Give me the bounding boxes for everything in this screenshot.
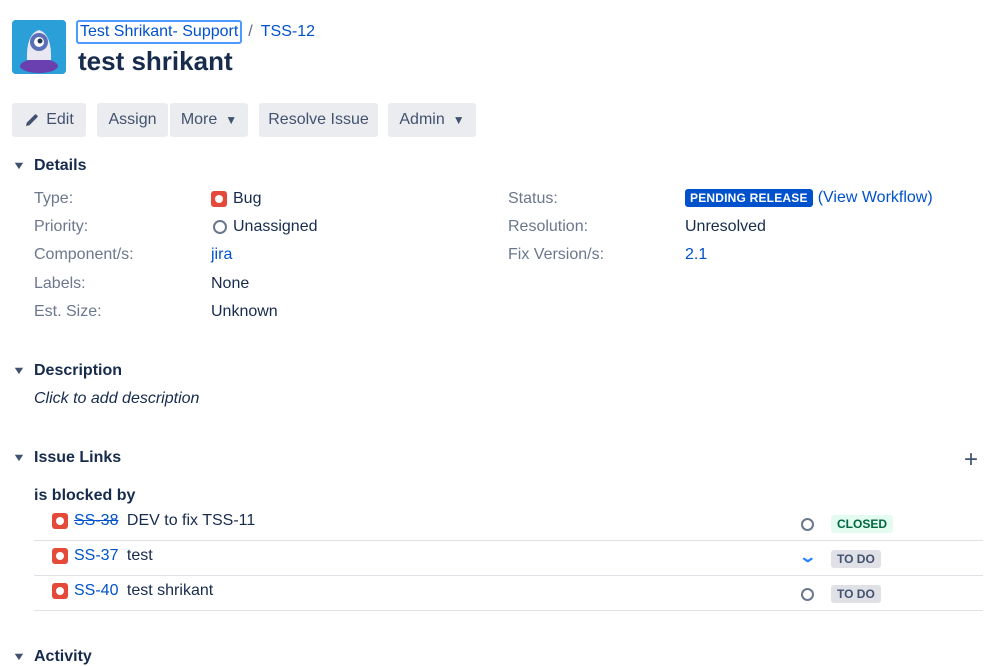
issue-link-row: SS-38 DEV to fix TSS-11 CLOSED bbox=[34, 506, 983, 541]
more-button-label: More bbox=[180, 111, 218, 128]
description-heading: Description bbox=[34, 362, 123, 379]
status-badge: TO DO bbox=[831, 550, 881, 568]
status-label: Status: bbox=[508, 190, 558, 207]
bug-icon bbox=[52, 548, 68, 564]
project-avatar-icon[interactable] bbox=[12, 20, 66, 74]
chevron-down-icon: ▼ bbox=[452, 113, 465, 127]
issue-link-key[interactable]: SS-37 bbox=[74, 547, 118, 564]
resolution-label: Resolution: bbox=[508, 218, 589, 235]
type-value[interactable]: Bug bbox=[211, 190, 261, 208]
components-label: Component/s: bbox=[34, 246, 134, 263]
more-button[interactable]: More ▼ bbox=[170, 103, 248, 137]
priority-unassigned-icon bbox=[213, 220, 227, 234]
bug-icon bbox=[52, 583, 68, 599]
priority-value-text: Unassigned bbox=[233, 218, 318, 235]
issue-link-row: SS-37 test ⌄ TO DO bbox=[34, 541, 983, 576]
priority-low-icon: ⌄ bbox=[798, 549, 818, 566]
activity-section-header[interactable]: ▼ Activity bbox=[12, 648, 92, 666]
view-workflow-link[interactable]: (View Workflow) bbox=[818, 189, 933, 207]
link-relation-heading: is blocked by bbox=[34, 487, 136, 504]
component-link[interactable]: jira bbox=[211, 246, 232, 264]
chevron-down-icon: ▼ bbox=[11, 160, 27, 172]
priority-unassigned-icon bbox=[801, 518, 814, 531]
chevron-down-icon: ▼ bbox=[11, 651, 27, 663]
issue-link-key[interactable]: SS-40 bbox=[74, 582, 118, 599]
breadcrumb-project-link[interactable]: Test Shrikant- Support bbox=[76, 20, 243, 44]
status-badge: TO DO bbox=[831, 585, 881, 603]
description-section-header[interactable]: ▼ Description bbox=[12, 362, 122, 380]
issue-link-summary: DEV to fix TSS-11 bbox=[126, 512, 256, 529]
labels-value[interactable]: None bbox=[211, 275, 249, 293]
bug-icon bbox=[52, 513, 68, 529]
admin-button-label: Admin bbox=[399, 111, 445, 128]
priority-unassigned-icon bbox=[801, 588, 814, 601]
est-size-value[interactable]: Unknown bbox=[211, 303, 278, 321]
details-section-header[interactable]: ▼ Details bbox=[11, 157, 87, 175]
fix-version-link[interactable]: 2.1 bbox=[685, 246, 707, 264]
labels-label: Labels: bbox=[34, 275, 86, 292]
resolve-issue-button-label: Resolve Issue bbox=[268, 111, 369, 128]
assign-button-label: Assign bbox=[108, 111, 157, 128]
add-icon[interactable]: + bbox=[964, 448, 978, 472]
issue-links-heading: Issue Links bbox=[34, 449, 122, 466]
pencil-icon bbox=[26, 114, 39, 126]
assign-button[interactable]: Assign bbox=[97, 103, 168, 137]
activity-heading: Activity bbox=[34, 648, 92, 665]
issue-title[interactable]: test shrikant bbox=[78, 46, 233, 77]
edit-button-label: Edit bbox=[46, 111, 74, 128]
chevron-down-icon: ▼ bbox=[225, 113, 238, 127]
chevron-down-icon: ▼ bbox=[11, 365, 27, 377]
priority-label: Priority: bbox=[34, 218, 89, 235]
description-placeholder[interactable]: Click to add description bbox=[34, 390, 199, 408]
status-badge[interactable]: PENDING RELEASE bbox=[685, 189, 813, 207]
breadcrumb-separator: / bbox=[248, 23, 253, 40]
bug-icon bbox=[211, 191, 227, 207]
edit-button[interactable]: Edit bbox=[12, 103, 86, 137]
chevron-down-icon: ▼ bbox=[11, 452, 27, 464]
type-value-text: Bug bbox=[233, 190, 262, 207]
issue-links-section-header[interactable]: ▼ Issue Links bbox=[12, 449, 121, 467]
status-value: PENDING RELEASE (View Workflow) bbox=[685, 189, 933, 207]
breadcrumb-issue-key-link[interactable]: TSS-12 bbox=[261, 23, 315, 41]
resolution-value: Unresolved bbox=[685, 218, 766, 235]
fix-versions-label: Fix Version/s: bbox=[508, 246, 605, 263]
priority-value[interactable]: Unassigned bbox=[213, 218, 318, 236]
type-label: Type: bbox=[34, 190, 74, 207]
issue-link-row: SS-40 test shrikant TO DO bbox=[34, 576, 983, 611]
issue-link-key[interactable]: SS-38 bbox=[74, 512, 118, 529]
status-badge: CLOSED bbox=[831, 515, 894, 533]
est-size-label: Est. Size: bbox=[34, 303, 102, 320]
admin-button[interactable]: Admin ▼ bbox=[388, 103, 476, 137]
issue-link-summary: test bbox=[126, 547, 153, 564]
resolve-issue-button[interactable]: Resolve Issue bbox=[259, 103, 378, 137]
breadcrumb: Test Shrikant- Support / TSS-12 bbox=[76, 20, 315, 44]
details-heading: Details bbox=[34, 157, 87, 174]
issue-link-summary: test shrikant bbox=[126, 582, 214, 599]
